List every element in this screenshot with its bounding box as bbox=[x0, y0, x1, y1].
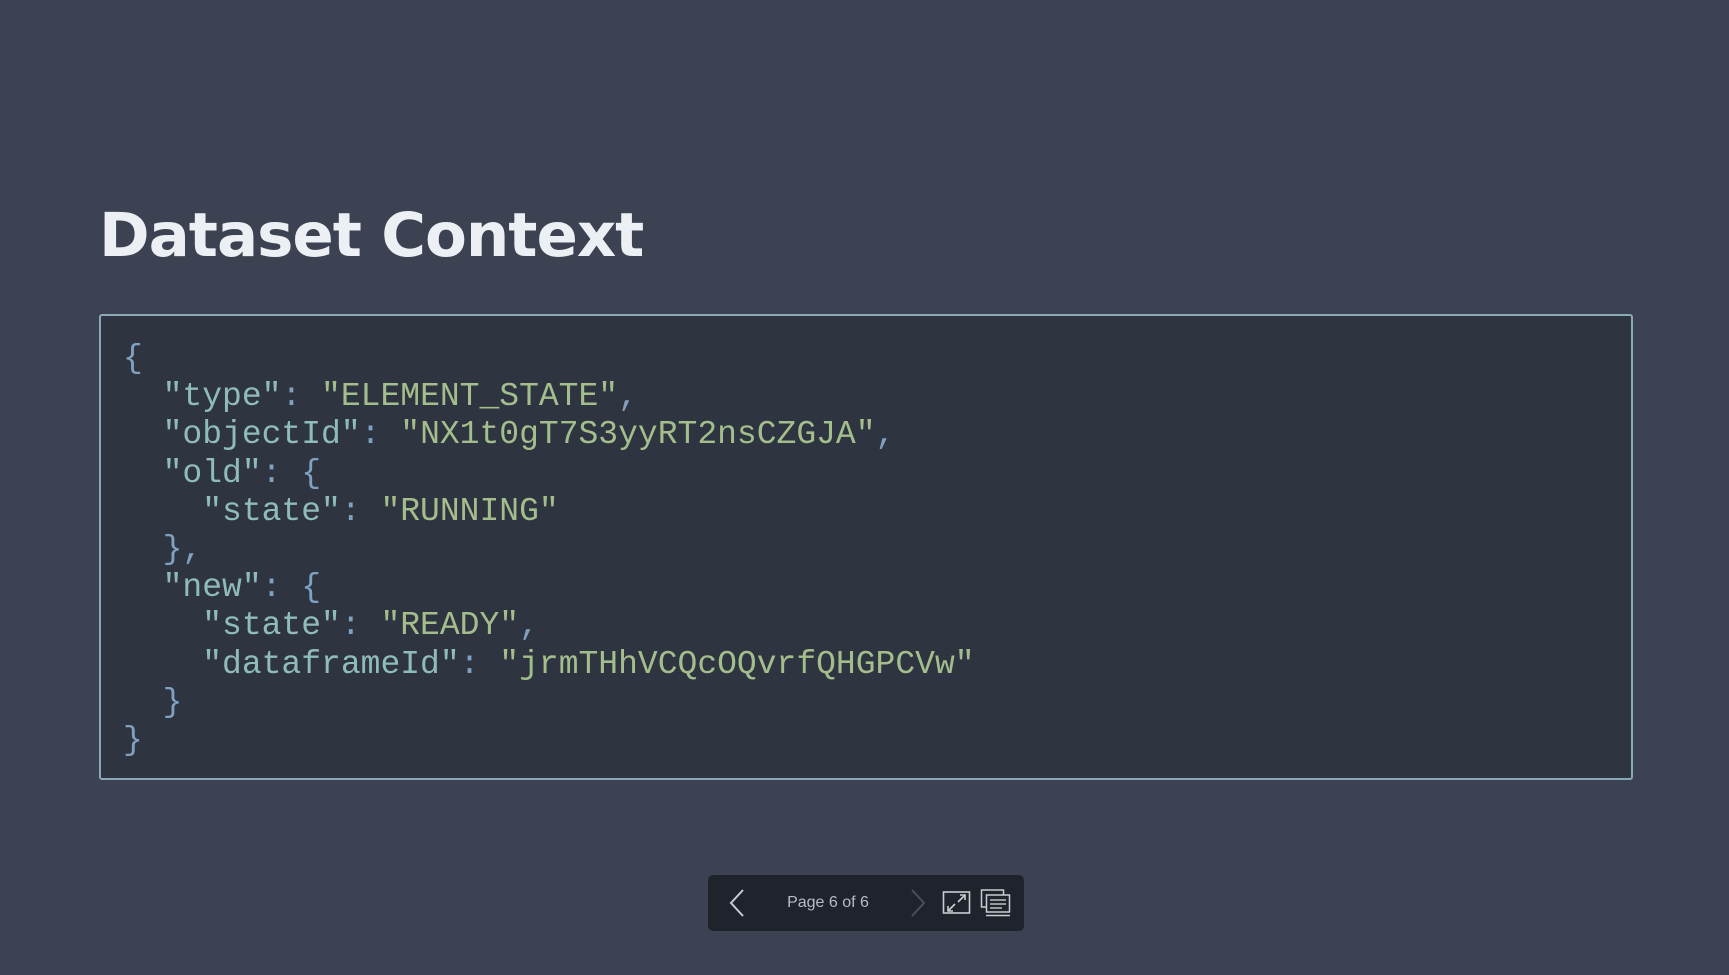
json-punctuation: : { bbox=[261, 454, 322, 492]
json-punctuation: }, bbox=[123, 530, 203, 568]
json-punctuation: , bbox=[618, 378, 638, 416]
json-string: "RUNNING" bbox=[380, 492, 559, 530]
code-content: { "type": "ELEMENT_STATE", "objectId": "… bbox=[123, 340, 975, 760]
json-punctuation bbox=[123, 378, 163, 415]
json-punctuation bbox=[123, 646, 202, 683]
chevron-left-icon bbox=[729, 889, 744, 917]
code-line: "old": { bbox=[123, 455, 975, 493]
json-punctuation: } bbox=[123, 683, 183, 721]
json-punctuation: : bbox=[459, 645, 500, 683]
json-punctuation: , bbox=[875, 416, 896, 454]
code-line: "objectId": "NX1t0gT7S3yyRT2nsCZGJA", bbox=[123, 416, 975, 454]
json-key: "objectId" bbox=[162, 416, 361, 454]
code-line: { bbox=[123, 340, 975, 378]
json-punctuation bbox=[123, 416, 163, 453]
slide-title: Dataset Context bbox=[99, 200, 644, 271]
json-punctuation: : bbox=[340, 492, 381, 530]
json-key: "old" bbox=[162, 454, 262, 492]
json-string: "jrmTHhVCQcOQvrfQHGPCVw" bbox=[499, 645, 975, 683]
speaker-notes-button[interactable] bbox=[980, 888, 1012, 918]
json-punctuation bbox=[123, 607, 202, 644]
json-punctuation: : bbox=[360, 416, 401, 454]
next-page-button[interactable] bbox=[899, 884, 937, 922]
json-punctuation bbox=[123, 569, 163, 606]
json-string: "READY" bbox=[380, 607, 520, 645]
page-indicator: Page 6 of 6 bbox=[787, 894, 869, 911]
code-line: "dataframeId": "jrmTHhVCQcOQvrfQHGPCVw" bbox=[123, 645, 975, 684]
json-key: "state" bbox=[202, 607, 341, 645]
json-punctuation: { bbox=[123, 340, 143, 377]
speaker-notes-icon bbox=[980, 889, 1011, 917]
json-punctuation: } bbox=[123, 721, 143, 759]
slide-navigation-bar: Page 6 of 6 bbox=[708, 875, 1024, 931]
chevron-right-icon bbox=[911, 889, 926, 917]
code-line: } bbox=[123, 722, 975, 760]
json-punctuation: : bbox=[281, 378, 322, 416]
code-line: "state": "READY", bbox=[123, 607, 975, 645]
fullscreen-icon bbox=[942, 891, 971, 914]
json-punctuation: , bbox=[519, 607, 539, 645]
json-string: "NX1t0gT7S3yyRT2nsCZGJA" bbox=[400, 416, 876, 454]
code-block: { "type": "ELEMENT_STATE", "objectId": "… bbox=[99, 314, 1633, 780]
code-line: } bbox=[123, 684, 975, 722]
json-punctuation: : { bbox=[261, 569, 322, 607]
code-line: }, bbox=[123, 531, 975, 569]
json-punctuation bbox=[123, 455, 163, 492]
json-key: "type" bbox=[162, 378, 282, 416]
fullscreen-button[interactable] bbox=[942, 889, 972, 917]
previous-page-button[interactable] bbox=[718, 884, 756, 922]
json-key: "dataframeId" bbox=[202, 645, 460, 683]
json-punctuation: : bbox=[340, 607, 381, 645]
json-punctuation bbox=[123, 493, 202, 530]
json-string: "ELEMENT_STATE" bbox=[321, 378, 619, 416]
slide: Dataset Context { "type": "ELEMENT_STATE… bbox=[0, 0, 1729, 975]
json-key: "new" bbox=[162, 569, 262, 607]
code-line: "type": "ELEMENT_STATE", bbox=[123, 378, 975, 416]
json-key: "state" bbox=[202, 492, 341, 530]
code-line: "state": "RUNNING" bbox=[123, 493, 975, 531]
code-line: "new": { bbox=[123, 569, 975, 607]
